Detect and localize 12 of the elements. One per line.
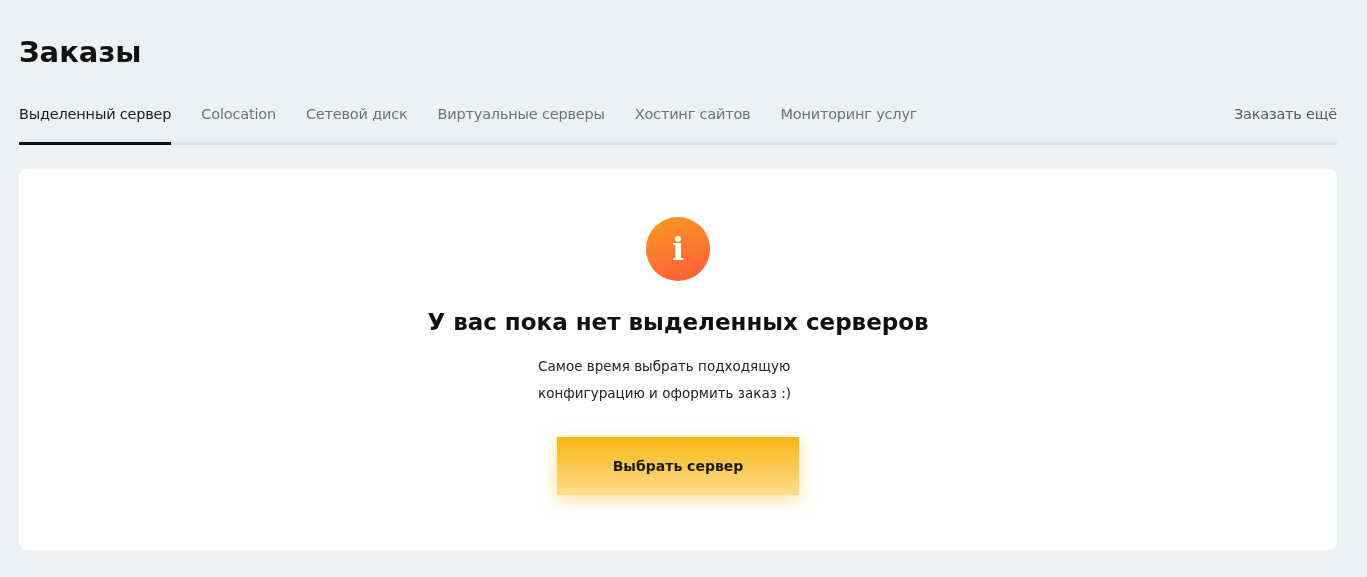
info-icon: i: [646, 217, 710, 281]
order-more-link[interactable]: Заказать ещё: [1233, 106, 1337, 142]
empty-state-heading: У вас пока нет выделенных серверов: [427, 309, 929, 335]
tab[interactable]: Colocation: [201, 106, 276, 145]
tab[interactable]: Выделенный сервер: [19, 106, 172, 145]
tab[interactable]: Виртуальные серверы: [437, 106, 605, 145]
tab[interactable]: Хостинг сайтов: [634, 106, 751, 145]
tab[interactable]: Мониторинг услуг: [780, 106, 918, 145]
tab[interactable]: Сетевой диск: [305, 106, 408, 145]
page-title: Заказы: [19, 34, 143, 71]
empty-state-message: Самое время выбрать подходящую конфигурацию и оформить заказ :): [538, 357, 793, 403]
choose-server-button[interactable]: Выбрать сервер: [557, 437, 799, 495]
